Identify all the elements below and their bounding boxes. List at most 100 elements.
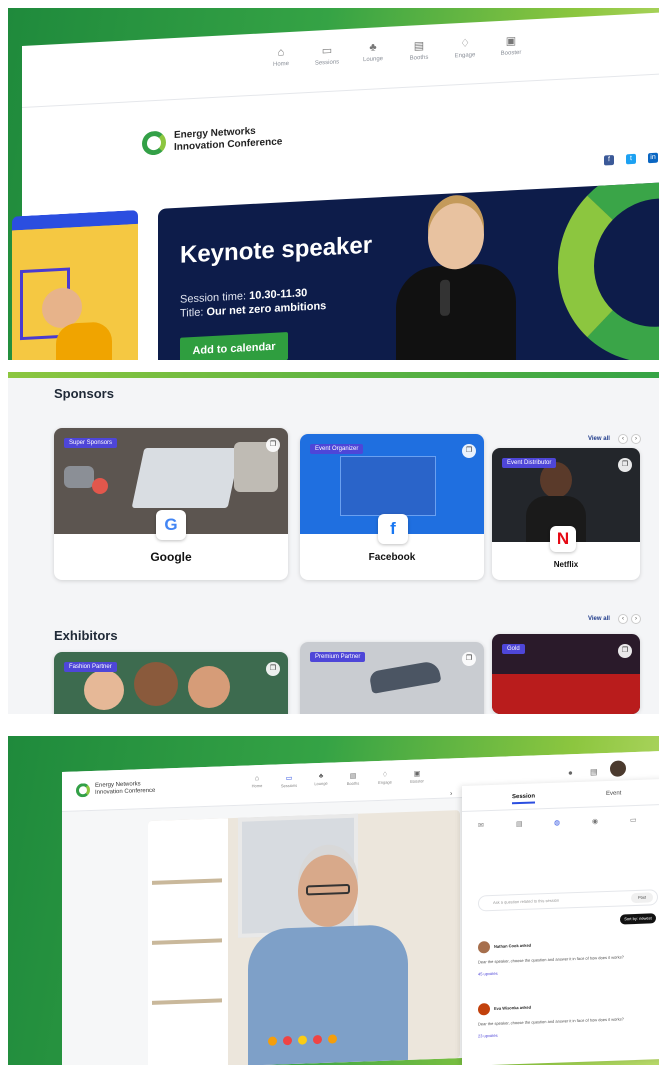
conference-logo-small[interactable]: Energy Networks Innovation Conference [76, 781, 155, 798]
exhibitor-badge: Gold [502, 644, 525, 654]
lounge-icon: ♣ [318, 772, 324, 781]
nav-booster[interactable]: ▣ Booster [488, 33, 534, 57]
exhibitors-prev-button[interactable]: ‹ [618, 614, 628, 624]
nav-booster[interactable]: ▣ Booster [402, 769, 432, 784]
exhibitor-card-premium[interactable]: Premium Partner ❐ [300, 642, 484, 714]
exhibitors-next-button[interactable]: › [631, 614, 641, 624]
face-1 [84, 670, 124, 710]
bookmark-icon[interactable]: ❐ [462, 444, 476, 458]
upvote-button[interactable]: 23 upvotes [478, 1033, 498, 1039]
keynote-title: Keynote speaker [180, 231, 373, 269]
linkedin-icon[interactable]: in [648, 152, 658, 164]
avatar [478, 941, 490, 954]
nav-engage[interactable]: ♢ Engage [442, 36, 488, 60]
booster-icon: ▣ [505, 35, 517, 48]
sponsors-heading: Sponsors [54, 386, 114, 401]
side-icon-row: ✉ ▤ ◍ ◉ ▭ [462, 811, 659, 840]
reaction-icon[interactable] [268, 1036, 277, 1046]
sponsor-name: Facebook [368, 552, 416, 563]
nav-lounge[interactable]: ♣ Lounge [350, 40, 396, 63]
sponsor-card-facebook[interactable]: Event Organizer ❐ f Facebook [300, 434, 484, 580]
reaction-icon[interactable] [313, 1034, 322, 1045]
nav-home[interactable]: ⌂ Home [242, 775, 272, 789]
session-video[interactable] [148, 810, 460, 1065]
engage-icon: ♢ [460, 37, 470, 51]
upvote-button[interactable]: 45 upvotes [478, 971, 498, 977]
booth-icon: ▤ [413, 39, 425, 53]
nav-home[interactable]: ⌂ Home [258, 45, 304, 68]
video-icon[interactable]: ▭ [630, 816, 637, 824]
ask-question-input[interactable]: Ask a question related to this session P… [478, 889, 658, 912]
qa-icon[interactable]: ◍ [554, 819, 560, 827]
exhibitor-card-gold[interactable]: Gold ❐ [492, 634, 640, 714]
exhibitor-badge: Premium Partner [310, 652, 366, 662]
facebook-icon[interactable]: f [604, 154, 614, 166]
nav-lounge[interactable]: ♣ Lounge [306, 772, 336, 786]
sponsors-next-button[interactable]: › [631, 434, 641, 444]
exhibitor-card-fashion[interactable]: Fashion Partner ❐ [54, 652, 288, 714]
bookmark-icon[interactable]: ❐ [618, 458, 632, 472]
conference-logo[interactable]: Energy Networks Innovation Conference [142, 124, 282, 156]
reaction-icon[interactable] [328, 1034, 337, 1044]
microphone-icon [440, 279, 450, 317]
chat-icon[interactable]: ✉ [478, 821, 484, 829]
sponsor-card-netflix[interactable]: Event Distributor ❐ N Netflix [492, 448, 640, 580]
inbox-icon[interactable]: ▤ [590, 767, 598, 776]
doc-icon[interactable]: ▤ [516, 820, 523, 828]
keynote-banner: Keynote speaker Session time: 10.30-11.3… [158, 181, 659, 360]
glasses-graphic [306, 883, 350, 896]
nav-booths[interactable]: ▤ Booths [396, 38, 442, 62]
poll-icon[interactable]: ◉ [592, 817, 598, 825]
nav-engage[interactable]: ♢ Engage [370, 770, 400, 785]
team-graphic [492, 674, 640, 714]
sponsor-badge: Event Organizer [310, 444, 364, 454]
sponsor-name: Google [150, 550, 192, 564]
bookmark-icon[interactable]: ❐ [266, 438, 280, 452]
question-text: Dear the speaker, choose the question an… [478, 954, 624, 965]
exhibitors-view-all-link[interactable]: View all [588, 616, 610, 622]
lounge-icon: ♣ [369, 41, 377, 54]
bookmark-icon[interactable]: ❐ [266, 662, 280, 676]
green-swirl-graphic [558, 181, 659, 360]
post-button[interactable]: Post [631, 892, 653, 904]
face-3 [188, 666, 230, 708]
nav-sessions[interactable]: ▭ Sessions [304, 43, 350, 67]
hero-panel: ⌂ Home ▭ Sessions ♣ Lounge ▤ Booths ♢ Engage … [8, 8, 659, 360]
question-text: Dear the speaker, choose the question an… [478, 1016, 624, 1027]
sponsor-card-google[interactable]: Super Sponsors ❐ G Google [54, 428, 288, 580]
bell-icon[interactable]: ● [568, 768, 573, 777]
nav-sessions[interactable]: ▭ Sessions [274, 774, 304, 789]
engage-icon: ♢ [381, 771, 389, 779]
top-nav: ⌂ Home ▭ Sessions ♣ Lounge ▤ Booths ♢ Engage … [22, 11, 659, 108]
sponsors-prev-button[interactable]: ‹ [618, 434, 628, 444]
avatar [478, 1003, 490, 1016]
reaction-icon[interactable] [298, 1035, 307, 1045]
sponsor-badge: Event Distributor [502, 458, 557, 468]
question-author: Eva Wisonka asked [494, 1004, 532, 1011]
tab-event[interactable]: Event [606, 790, 621, 797]
sponsors-panel: Sponsors View all ‹ › Super Sponsors ❐ G… [8, 372, 659, 714]
nav-booths[interactable]: ▤ Booths [338, 771, 368, 786]
question-author: Nathan Cook asked [494, 942, 532, 949]
speaker-head [428, 201, 484, 271]
qa-side-panel: › Session Event ✉ ▤ ◍ ◉ ▭ Ask a question… [450, 778, 659, 1065]
google-logo-icon: G [156, 510, 186, 540]
sponsors-view-all-link[interactable]: View all [588, 436, 610, 442]
avatar[interactable] [610, 760, 626, 777]
twitter-icon[interactable]: t [626, 153, 636, 165]
booster-icon: ▣ [413, 770, 421, 778]
tab-session[interactable]: Session [512, 793, 536, 805]
booth-icon: ▤ [349, 772, 357, 780]
bookmark-icon[interactable]: ❐ [618, 644, 632, 658]
reaction-icon[interactable] [283, 1035, 292, 1046]
sponsor-badge: Super Sponsors [64, 438, 118, 448]
video-icon: ▭ [321, 44, 333, 58]
collapse-icon[interactable]: › [450, 790, 452, 797]
sort-dropdown[interactable]: Sort by: newest [620, 913, 656, 925]
add-to-calendar-button[interactable]: Add to calendar [180, 332, 288, 360]
promo-card-left[interactable] [12, 209, 138, 360]
logo-ring-icon [142, 130, 166, 156]
bookmark-icon[interactable]: ❐ [462, 652, 476, 666]
home-icon: ⌂ [277, 46, 285, 59]
exhibitors-heading: Exhibitors [54, 628, 118, 643]
